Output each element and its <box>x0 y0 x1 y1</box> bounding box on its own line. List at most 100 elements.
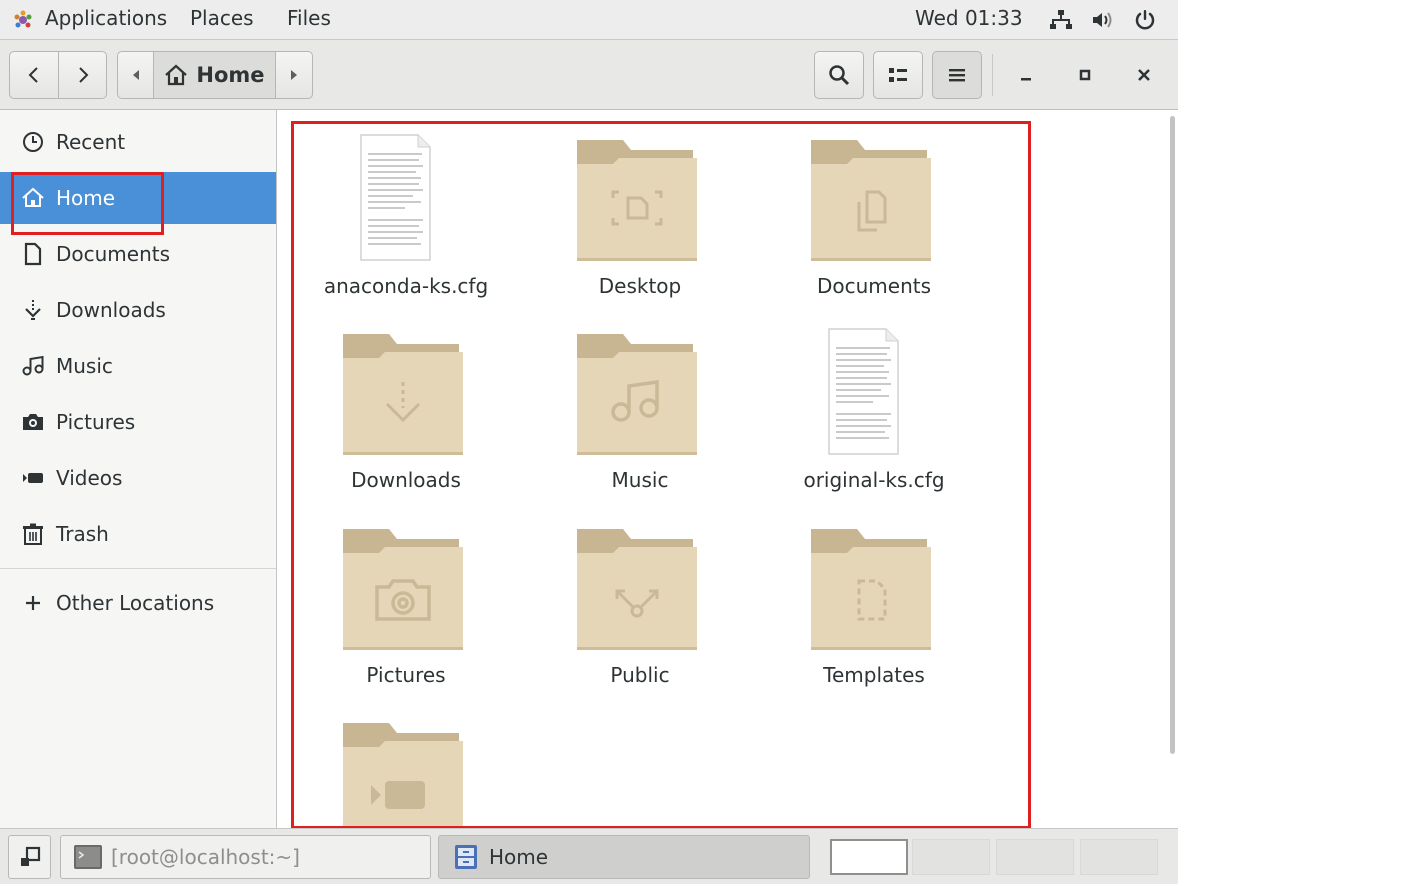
forward-button[interactable] <box>58 51 107 99</box>
folder-item[interactable]: Templates <box>764 523 984 703</box>
sidebar-item-trash[interactable]: Trash <box>0 508 276 560</box>
forward-icon <box>78 67 88 83</box>
path-scroll-left-button[interactable] <box>117 51 154 99</box>
top-bar: Applications Places Files Wed 01:33 <box>0 0 1178 40</box>
places-menu[interactable]: Places <box>190 6 254 30</box>
show-desktop-button[interactable] <box>8 835 51 879</box>
file-name: original-ks.cfg <box>803 468 945 492</box>
search-icon <box>829 65 850 86</box>
folder-name: Pictures <box>366 663 446 687</box>
public-folder-icon <box>577 529 697 650</box>
close-button[interactable] <box>1127 58 1161 92</box>
gnome-foot-icon <box>14 10 32 28</box>
sidebar-item-downloads[interactable]: Downloads <box>0 284 276 336</box>
folder-item[interactable]: Pictures <box>296 523 516 703</box>
sidebar-item-label: Trash <box>56 522 109 546</box>
folder-item[interactable]: Downloads <box>296 328 516 508</box>
triangle-right-icon <box>291 70 297 80</box>
folder-name: Desktop <box>598 274 682 298</box>
menu-icon <box>949 69 965 82</box>
text-file-icon <box>828 328 899 455</box>
task-home-label: Home <box>489 845 549 869</box>
clock-icon <box>23 132 43 152</box>
folder-item[interactable]: Music <box>530 328 750 508</box>
folder-name: Documents <box>816 274 932 298</box>
sidebar-item-documents[interactable]: Documents <box>0 228 276 280</box>
downloads-folder-icon <box>343 334 463 455</box>
workspace-3[interactable] <box>996 839 1074 875</box>
music-folder-icon <box>577 334 697 455</box>
vertical-scrollbar[interactable] <box>1170 116 1175 754</box>
network-icon[interactable] <box>1049 8 1073 32</box>
task-home[interactable]: Home <box>438 835 810 879</box>
workspace-1[interactable] <box>830 839 908 875</box>
folder-name: Downloads <box>351 468 461 492</box>
sidebar-separator <box>0 568 276 569</box>
files-menu[interactable]: Files <box>287 6 331 30</box>
video-icon <box>23 473 43 483</box>
folder-name: Music <box>611 468 669 492</box>
applications-menu[interactable]: Applications <box>45 6 167 30</box>
path-home-button[interactable]: Home <box>153 51 276 99</box>
maximize-icon <box>1079 69 1091 81</box>
power-icon[interactable] <box>1133 8 1157 32</box>
sidebar-item-pictures[interactable]: Pictures <box>0 396 276 448</box>
workspace-4[interactable] <box>1080 839 1158 875</box>
camera-icon <box>23 414 43 430</box>
volume-icon[interactable] <box>1090 8 1114 32</box>
sidebar-item-music[interactable]: Music <box>0 340 276 392</box>
folder-item[interactable] <box>296 717 516 827</box>
file-view[interactable]: anaconda-ks.cfg Desktop Documents Downlo… <box>277 110 1178 828</box>
sidebar: Recent Home Documents Downloads Music Pi… <box>0 110 277 828</box>
sidebar-item-label: Recent <box>56 130 126 154</box>
screen: Applications Places Files Wed 01:33 Home… <box>0 0 1178 884</box>
sidebar-item-label: Other Locations <box>56 591 215 615</box>
sidebar-item-videos[interactable]: Videos <box>0 452 276 504</box>
folder-name: Templates <box>823 663 925 687</box>
templates-folder-icon <box>811 529 931 650</box>
sidebar-item-label: Videos <box>56 466 123 490</box>
maximize-button[interactable] <box>1068 58 1102 92</box>
minimize-button[interactable] <box>1009 58 1043 92</box>
show-desktop-icon <box>20 846 40 866</box>
task-terminal-label: [root@localhost:~] <box>111 845 300 869</box>
document-icon <box>24 242 42 266</box>
clock[interactable]: Wed 01:33 <box>915 6 1023 30</box>
path-home-label: Home <box>196 63 265 87</box>
file-item[interactable]: anaconda-ks.cfg <box>296 134 516 314</box>
sidebar-item-other-locations[interactable]: Other Locations <box>0 577 276 629</box>
back-button[interactable] <box>9 51 59 99</box>
videos-folder-icon <box>343 723 463 827</box>
sidebar-item-recent[interactable]: Recent <box>0 116 276 168</box>
workspace-2[interactable] <box>912 839 990 875</box>
path-scroll-right-button[interactable] <box>275 51 313 99</box>
trash-icon <box>23 523 43 545</box>
desktop-folder-icon <box>577 140 697 261</box>
terminal-icon <box>74 845 102 869</box>
sidebar-item-label: Pictures <box>56 410 136 434</box>
folder-item[interactable]: Public <box>530 523 750 703</box>
bottom-panel: [root@localhost:~] Home <box>0 828 1178 884</box>
triangle-left-icon <box>132 70 139 80</box>
header-separator <box>992 54 993 96</box>
folder-item[interactable]: Documents <box>764 134 984 314</box>
folder-name: Public <box>610 663 670 687</box>
folder-item[interactable]: Desktop <box>530 134 750 314</box>
file-item[interactable]: original-ks.cfg <box>764 328 984 508</box>
text-file-icon <box>360 134 431 261</box>
view-mode-button[interactable] <box>873 51 923 99</box>
search-button[interactable] <box>814 51 864 99</box>
file-cabinet-icon <box>455 845 477 869</box>
task-terminal[interactable]: [root@localhost:~] <box>60 835 431 879</box>
home-icon <box>165 64 188 86</box>
sidebar-item-label: Music <box>56 354 113 378</box>
back-icon <box>28 67 38 83</box>
header-bar: Home <box>0 40 1178 110</box>
documents-folder-icon <box>811 140 931 261</box>
menu-button[interactable] <box>932 51 982 99</box>
sidebar-item-home[interactable]: Home <box>0 172 276 224</box>
sidebar-item-label: Home <box>56 186 116 210</box>
plus-icon <box>26 596 40 610</box>
pictures-folder-icon <box>343 529 463 650</box>
file-name: anaconda-ks.cfg <box>323 274 489 298</box>
